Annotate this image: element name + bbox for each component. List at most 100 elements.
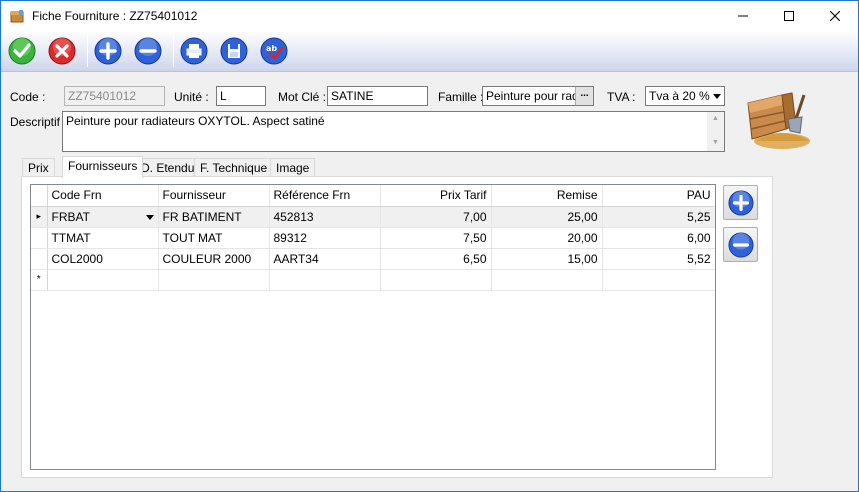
chevron-down-icon[interactable] bbox=[713, 94, 721, 99]
descriptif-label: Descriptif : bbox=[10, 115, 67, 129]
window-title: Fiche Fourniture : ZZ75401012 bbox=[32, 9, 198, 23]
close-icon bbox=[830, 11, 840, 21]
empty-cell[interactable] bbox=[602, 269, 715, 291]
minimize-icon bbox=[738, 15, 748, 17]
floppy-disk-icon bbox=[220, 37, 248, 65]
table-row[interactable]: COL2000 COULEUR 2000 AART34 6,50 15,00 5… bbox=[31, 248, 715, 270]
box-icon bbox=[10, 10, 24, 23]
chevron-down-icon[interactable] bbox=[145, 214, 154, 220]
table-header-row: Code Frn Fournisseur Référence Frn Prix … bbox=[31, 185, 715, 207]
x-icon bbox=[48, 37, 76, 65]
tab-prix[interactable]: Prix bbox=[22, 158, 55, 177]
add-row-button[interactable] bbox=[723, 185, 758, 220]
minus-icon bbox=[727, 231, 754, 258]
fournisseurs-grid[interactable]: Code Frn Fournisseur Référence Frn Prix … bbox=[30, 184, 716, 470]
famille-field[interactable]: Peinture pour radiateurs ... bbox=[482, 86, 594, 106]
fournisseur-cell[interactable]: COULEUR 2000 bbox=[158, 248, 270, 270]
printer-icon bbox=[180, 37, 208, 65]
empty-cell[interactable] bbox=[158, 269, 270, 291]
new-row-indicator[interactable]: * bbox=[31, 269, 48, 291]
tab-image[interactable]: Image bbox=[270, 158, 316, 177]
validate-button[interactable] bbox=[7, 36, 37, 66]
prix-tarif-cell[interactable]: 6,50 bbox=[380, 248, 492, 270]
table-row[interactable]: TTMAT TOUT MAT 89312 7,50 20,00 6,00 bbox=[31, 227, 715, 249]
tab-fournisseurs[interactable]: Fournisseurs bbox=[62, 156, 144, 178]
close-button[interactable] bbox=[812, 1, 858, 31]
remove-button[interactable] bbox=[133, 36, 163, 66]
scroll-down-icon[interactable]: ▼ bbox=[712, 139, 719, 146]
motcle-label: Mot Clé : bbox=[278, 90, 327, 104]
unite-label: Unité : bbox=[174, 90, 209, 104]
pau-cell[interactable]: 5,52 bbox=[602, 248, 715, 270]
cancel-button[interactable] bbox=[47, 36, 77, 66]
column-header-pau[interactable]: PAU bbox=[602, 185, 715, 207]
reference-cell[interactable]: AART34 bbox=[269, 248, 381, 270]
minimize-button[interactable] bbox=[720, 1, 766, 31]
memo-scrollbar[interactable]: ▲ ▼ bbox=[707, 112, 724, 151]
column-header-fournisseur[interactable]: Fournisseur bbox=[158, 185, 270, 207]
descriptif-textarea[interactable]: Peinture pour radiateurs OXYTOL. Aspect … bbox=[62, 111, 725, 152]
prix-tarif-cell[interactable]: 7,50 bbox=[380, 227, 492, 249]
spellcheck-icon: ab bbox=[260, 37, 288, 65]
print-button[interactable] bbox=[179, 36, 209, 66]
unite-field[interactable]: L bbox=[216, 86, 266, 106]
fournisseur-cell[interactable]: TOUT MAT bbox=[158, 227, 270, 249]
code-frn-cell[interactable]: FRBAT bbox=[47, 206, 159, 228]
scroll-up-icon[interactable]: ▲ bbox=[712, 115, 719, 122]
row-header[interactable] bbox=[31, 227, 48, 249]
code-field[interactable]: ZZ75401012 bbox=[64, 86, 165, 106]
crate-and-trowel-icon bbox=[747, 92, 810, 149]
save-button[interactable] bbox=[219, 36, 249, 66]
toolbar-separator bbox=[173, 35, 174, 67]
column-header-reference-frn[interactable]: Référence Frn bbox=[269, 185, 381, 207]
add-button[interactable] bbox=[93, 36, 123, 66]
minus-icon bbox=[134, 37, 162, 65]
fiche-fourniture-window: Fiche Fourniture : ZZ75401012 ab Code: … bbox=[0, 0, 859, 492]
maximize-button[interactable] bbox=[766, 1, 812, 31]
spellcheck-button[interactable]: ab bbox=[259, 36, 289, 66]
descriptif-value: Peinture pour radiateurs OXYTOL. Aspect … bbox=[66, 114, 325, 128]
remise-cell[interactable]: 25,00 bbox=[491, 206, 603, 228]
empty-cell[interactable] bbox=[380, 269, 492, 291]
tab-d-etendu[interactable]: D. Etendu bbox=[135, 158, 201, 177]
remise-cell[interactable]: 20,00 bbox=[491, 227, 603, 249]
row-header-corner bbox=[31, 185, 48, 207]
row-header[interactable] bbox=[31, 248, 48, 270]
remove-row-button[interactable] bbox=[723, 227, 758, 262]
pau-cell[interactable]: 5,25 bbox=[602, 206, 715, 228]
fournisseur-cell[interactable]: FR BATIMENT bbox=[158, 206, 270, 228]
toolbar: ab bbox=[1, 31, 858, 72]
pau-cell[interactable]: 6,00 bbox=[602, 227, 715, 249]
column-header-remise[interactable]: Remise bbox=[491, 185, 603, 207]
table-row[interactable]: ▸ FRBAT FR BATIMENT 452813 7,00 25,00 5,… bbox=[31, 206, 715, 228]
prix-tarif-cell[interactable]: 7,00 bbox=[380, 206, 492, 228]
empty-cell[interactable] bbox=[269, 269, 381, 291]
fournisseurs-table: Code Frn Fournisseur Référence Frn Prix … bbox=[31, 185, 715, 291]
motcle-field[interactable]: SATINE bbox=[327, 86, 428, 106]
code-frn-value: FRBAT bbox=[51, 209, 90, 224]
plus-icon bbox=[727, 189, 754, 216]
remise-cell[interactable]: 15,00 bbox=[491, 248, 603, 270]
tva-label: TVA : bbox=[607, 90, 636, 104]
new-row[interactable]: * bbox=[31, 269, 715, 291]
tva-value: Tva à 20 % bbox=[649, 89, 710, 103]
famille-label: Famille : bbox=[438, 90, 484, 104]
svg-text:ab: ab bbox=[266, 44, 277, 53]
code-frn-cell[interactable]: TTMAT bbox=[47, 227, 159, 249]
toolbar-separator bbox=[87, 35, 88, 67]
column-header-code-frn[interactable]: Code Frn bbox=[47, 185, 159, 207]
plus-icon bbox=[94, 37, 122, 65]
reference-cell[interactable]: 452813 bbox=[269, 206, 381, 228]
code-label: Code : bbox=[10, 90, 46, 104]
current-row-indicator[interactable]: ▸ bbox=[31, 206, 48, 228]
title-bar: Fiche Fourniture : ZZ75401012 bbox=[1, 1, 858, 31]
famille-browse-button[interactable]: ... bbox=[575, 87, 593, 105]
maximize-icon bbox=[784, 11, 794, 21]
empty-cell[interactable] bbox=[47, 269, 159, 291]
code-frn-cell[interactable]: COL2000 bbox=[47, 248, 159, 270]
column-header-prix-tarif[interactable]: Prix Tarif bbox=[380, 185, 492, 207]
empty-cell[interactable] bbox=[491, 269, 603, 291]
reference-cell[interactable]: 89312 bbox=[269, 227, 381, 249]
tva-select[interactable]: Tva à 20 % bbox=[645, 86, 725, 106]
tab-f-technique[interactable]: F. Technique bbox=[194, 158, 274, 177]
